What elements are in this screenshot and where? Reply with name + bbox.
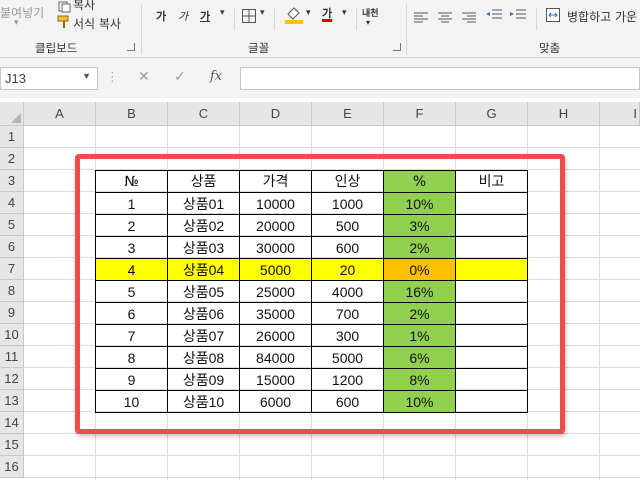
align-center-icon[interactable] xyxy=(438,9,452,28)
gridline xyxy=(24,147,640,148)
column-header-c[interactable]: C xyxy=(168,102,240,126)
align-left-icon[interactable] xyxy=(414,9,428,28)
row-header-3[interactable]: 3 xyxy=(0,170,24,192)
row-header-14[interactable]: 14 xyxy=(0,412,24,434)
bold-button[interactable]: 가 xyxy=(156,8,166,24)
ribbon: 붙여넣기 ▾ 복사 서식 복사 클립보드 가 가 가 ▾ ▾ ▾ 가 ▾ 내천 … xyxy=(0,0,640,58)
group-separator xyxy=(356,8,357,30)
row-header-9[interactable]: 9 xyxy=(0,302,24,324)
clipboard-launcher-icon[interactable] xyxy=(127,43,135,51)
column-header-e[interactable]: E xyxy=(312,102,384,126)
row-header-7[interactable]: 7 xyxy=(0,258,24,280)
name-box-dropdown-icon[interactable]: ▼ xyxy=(82,71,91,81)
phonetic-guide-button[interactable]: 내천 xyxy=(362,6,379,19)
borders-icon[interactable] xyxy=(241,8,257,28)
underline-dropdown-icon[interactable]: ▾ xyxy=(220,8,225,18)
paste-options-label[interactable]: 붙여넣기 xyxy=(0,4,44,21)
formula-input[interactable] xyxy=(240,67,640,90)
group-separator xyxy=(536,8,537,30)
insert-function-icon[interactable]: fx xyxy=(210,69,222,84)
fill-color-icon[interactable] xyxy=(284,5,304,29)
italic-button[interactable]: 가 xyxy=(178,8,188,24)
group-label-font: 글꼴 xyxy=(248,41,270,55)
group-separator xyxy=(274,8,275,30)
column-header-i[interactable]: I xyxy=(600,102,640,126)
gridline xyxy=(599,126,600,480)
column-header-d[interactable]: D xyxy=(240,102,312,126)
gridline xyxy=(24,455,640,456)
cancel-entry-icon[interactable]: ✕ xyxy=(138,69,150,85)
format-painter-button[interactable]: 서식 복사 xyxy=(73,15,121,32)
select-all-button[interactable] xyxy=(0,102,24,126)
confirm-entry-icon[interactable]: ✓ xyxy=(174,69,186,85)
group-label-clipboard: 클립보드 xyxy=(35,41,78,55)
fill-color-dropdown-icon[interactable]: ▾ xyxy=(306,8,311,18)
row-header-15[interactable]: 15 xyxy=(0,434,24,456)
row-header-11[interactable]: 11 xyxy=(0,346,24,368)
row-header-5[interactable]: 5 xyxy=(0,214,24,236)
column-header-h[interactable]: H xyxy=(528,102,600,126)
copy-button[interactable]: 복사 xyxy=(73,0,95,13)
formula-bar-grip-icon: ⋮ xyxy=(106,70,119,85)
borders-dropdown-icon[interactable]: ▾ xyxy=(260,8,265,18)
row-header-12[interactable]: 12 xyxy=(0,368,24,390)
column-header-b[interactable]: B xyxy=(96,102,168,126)
formula-bar: J13 ▼ ⋮ ✕ ✓ fx xyxy=(0,58,640,98)
column-header-a[interactable]: A xyxy=(24,102,96,126)
row-header-8[interactable]: 8 xyxy=(0,280,24,302)
increase-indent-icon[interactable] xyxy=(510,8,526,27)
column-header-f[interactable]: F xyxy=(384,102,456,126)
underline-button[interactable]: 가 xyxy=(200,8,210,24)
phonetic-dropdown-icon[interactable]: ▾ xyxy=(366,18,370,27)
decrease-indent-icon[interactable] xyxy=(486,8,502,27)
row-header-4[interactable]: 4 xyxy=(0,192,24,214)
merge-center-button[interactable]: 병합하고 가운 xyxy=(567,8,637,25)
row-header-1[interactable]: 1 xyxy=(0,126,24,148)
font-color-dropdown-icon[interactable]: ▾ xyxy=(342,8,347,18)
annotation-highlight-box xyxy=(75,154,565,434)
merge-center-icon[interactable] xyxy=(545,7,561,27)
name-box[interactable]: J13 ▼ xyxy=(0,67,98,90)
paste-dropdown-icon[interactable]: ▾ xyxy=(14,18,19,28)
row-header-16[interactable]: 16 xyxy=(0,456,24,478)
row-header-2[interactable]: 2 xyxy=(0,148,24,170)
format-painter-icon[interactable] xyxy=(56,14,72,34)
font-color-button[interactable]: 가 xyxy=(322,5,332,21)
row-header-10[interactable]: 10 xyxy=(0,324,24,346)
formula-buttons: ✕ ✓ fx xyxy=(124,67,238,90)
gridline xyxy=(24,477,640,478)
row-header-13[interactable]: 13 xyxy=(0,390,24,412)
group-label-alignment: 맞춤 xyxy=(539,41,561,55)
name-box-value: J13 xyxy=(5,71,26,86)
align-right-icon[interactable] xyxy=(462,9,476,28)
group-separator xyxy=(141,4,142,54)
group-separator xyxy=(234,8,235,30)
group-separator xyxy=(406,4,407,54)
column-header-g[interactable]: G xyxy=(456,102,528,126)
row-header-6[interactable]: 6 xyxy=(0,236,24,258)
font-launcher-icon[interactable] xyxy=(393,43,401,51)
